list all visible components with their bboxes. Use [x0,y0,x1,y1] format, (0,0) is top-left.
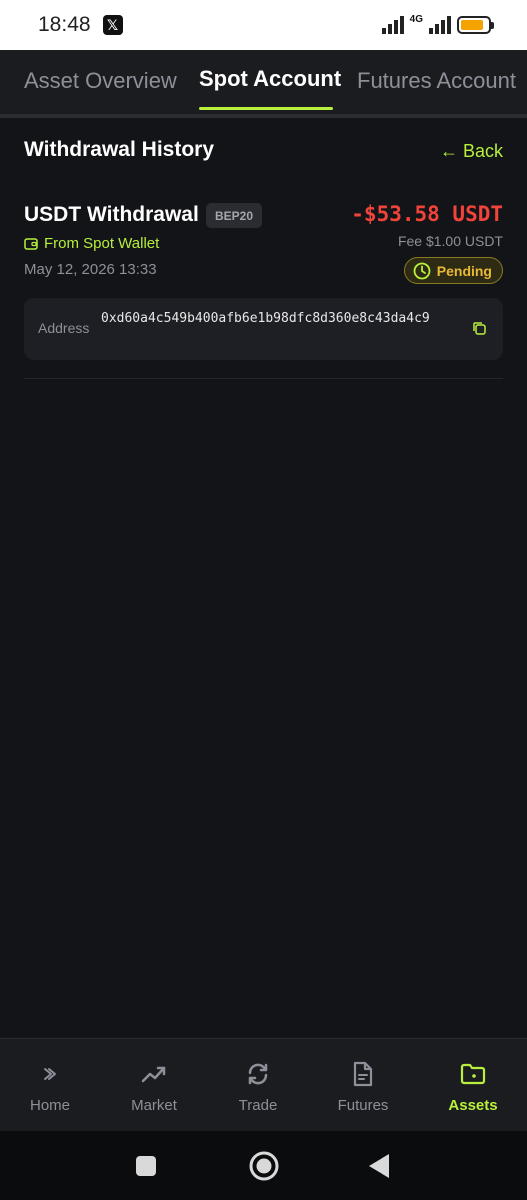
status-time: 18:48 [38,13,91,36]
copy-icon[interactable] [472,321,487,336]
row-divider [24,378,503,379]
folder-icon [460,1061,486,1087]
clock-icon [413,262,431,279]
refresh-icon [246,1061,270,1087]
system-nav-bar [0,1131,527,1200]
address-label: Address [38,320,90,336]
transaction-fee: Fee $1.00 USDT [397,233,503,249]
nav-futures[interactable]: Futures [313,1039,413,1132]
home-icon [41,1061,59,1087]
tab-asset-overview[interactable]: Asset Overview [24,68,177,116]
document-icon [352,1061,374,1087]
back-triangle-icon[interactable] [368,1153,390,1179]
nav-assets-label: Assets [448,1097,498,1114]
transaction-date: May 12, 2026 13:33 [24,261,157,278]
status-right: 4G [381,13,494,34]
x-app-icon: 𝕏 [102,15,123,35]
transaction-title: USDT Withdrawal [24,203,199,226]
source-label: From Spot Wallet [44,235,160,252]
signal-icon [381,16,404,34]
address-box: Address 0xd60a4c549b400afb6e1b98dfc8d360… [24,298,503,360]
network-badge: BEP20 [206,203,263,228]
back-button[interactable]: ← Back [440,141,503,162]
transaction-amount: -$53.58 USDT [351,202,503,226]
network-type: 4G [409,13,423,25]
battery-fill [461,20,484,30]
home-circle-icon[interactable] [248,1150,280,1182]
address-value: 0xd60a4c549b400afb6e1b98dfc8d360e8c43da4… [101,311,430,326]
nav-futures-label: Futures [337,1097,389,1114]
nav-home[interactable]: Home [0,1039,100,1132]
page-title: Withdrawal History [24,138,215,161]
bottom-nav: Home Market Trade Futures Assets [0,1038,527,1131]
signal-icon-2 [429,16,451,34]
nav-trade[interactable]: Trade [208,1039,308,1132]
nav-trade-label: Trade [238,1097,278,1114]
status-label: Pending [436,262,492,279]
recents-icon[interactable] [135,1155,157,1177]
battery-icon [457,16,494,34]
active-tab-indicator [199,107,333,110]
tab-futures-account[interactable]: Futures Account [357,68,516,116]
transaction-source: From Spot Wallet [24,235,159,252]
status-bar: 18:48 𝕏 4G [0,0,527,50]
nav-market[interactable]: Market [104,1039,204,1132]
nav-assets[interactable]: Assets [423,1039,523,1132]
status-badge: Pending [403,257,503,284]
status-left: 18:48 𝕏 [38,13,123,37]
nav-market-label: Market [131,1097,177,1114]
tabs-divider [0,114,527,118]
wallet-icon [24,237,38,250]
trending-icon [141,1061,167,1087]
nav-home-label: Home [29,1097,70,1114]
